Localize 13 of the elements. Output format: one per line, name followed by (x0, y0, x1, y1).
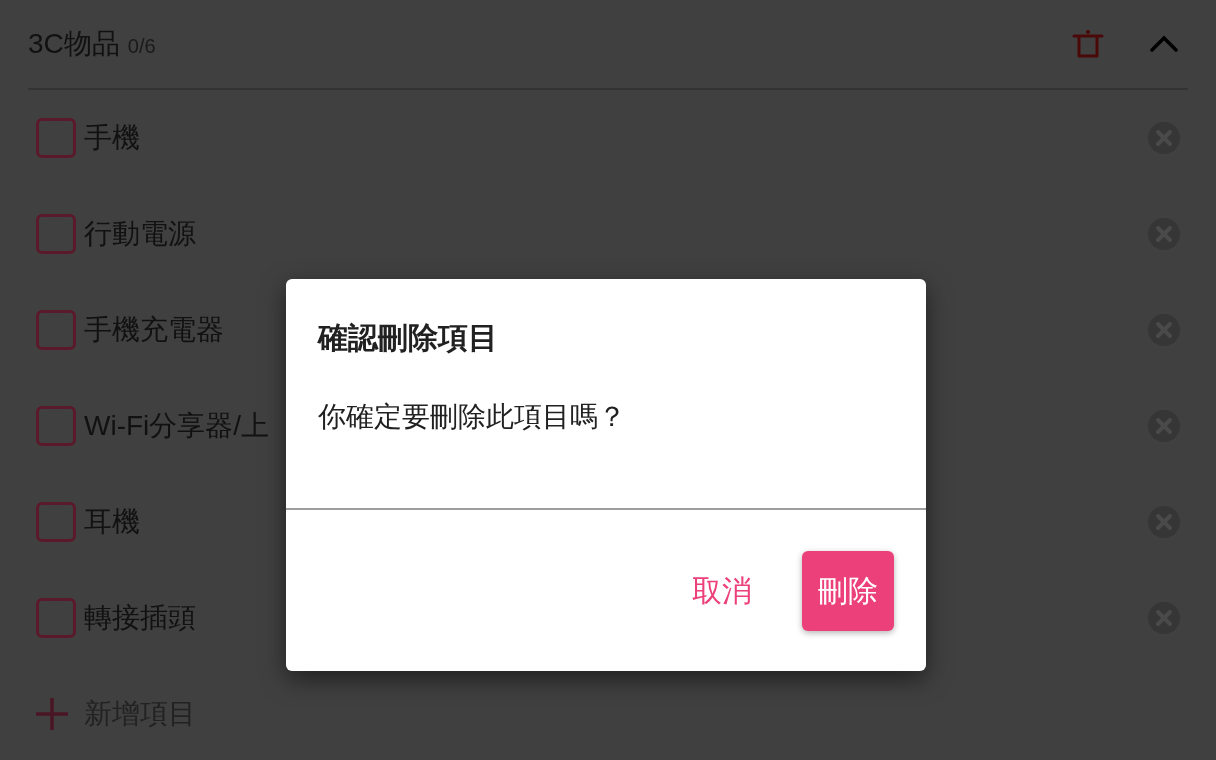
chevron-icon[interactable] (1150, 35, 1178, 53)
dialog-message: 你確定要刪除此項目嗎？ (318, 401, 626, 432)
trash-icon[interactable] (1072, 28, 1104, 60)
checkbox[interactable] (36, 118, 76, 158)
checkbox[interactable] (36, 502, 76, 542)
delete-button[interactable]: 刪除 (802, 550, 894, 631)
plus-icon[interactable] (36, 698, 68, 730)
cancel-button[interactable]: 取消 (676, 550, 768, 631)
dialog-title: 確認刪除項目 (318, 321, 498, 354)
checkbox[interactable] (36, 310, 76, 350)
checkbox[interactable] (36, 406, 76, 446)
checkbox[interactable] (36, 598, 76, 638)
checkbox[interactable] (36, 214, 76, 254)
